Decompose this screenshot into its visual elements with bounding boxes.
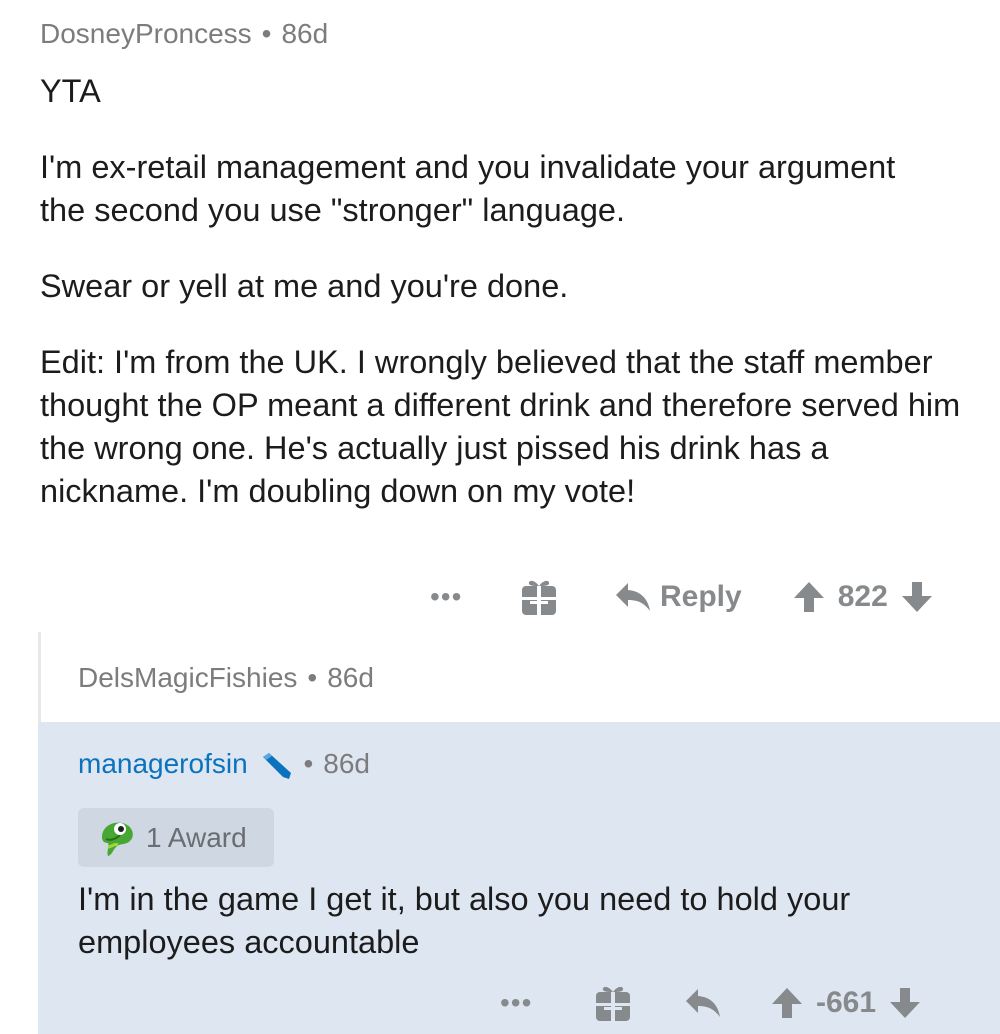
reply-arrow-icon	[684, 987, 722, 1019]
comment-meta: managerofsin • 86d	[78, 748, 370, 781]
reply-button[interactable]	[684, 987, 722, 1019]
reply-label: Reply	[660, 580, 742, 613]
downvote-arrow-icon	[888, 986, 922, 1020]
comment-paragraph: YTA	[40, 73, 101, 109]
upvote-arrow-icon	[792, 580, 826, 614]
gift-icon[interactable]	[520, 577, 558, 617]
comment-age: 86d	[281, 18, 329, 49]
comment-age: 86d	[323, 748, 370, 779]
gift-icon[interactable]	[594, 983, 632, 1023]
snoo-award-icon	[96, 817, 138, 859]
comment-body: I'm in the game I get it, but also you n…	[78, 878, 958, 964]
more-options-button[interactable]: •••	[500, 989, 560, 1017]
comment-username[interactable]: DelsMagicFishies	[78, 662, 297, 693]
comment-username[interactable]: DosneyProncess	[40, 18, 252, 49]
mod-pencil-icon	[259, 751, 293, 781]
more-options-button[interactable]: •••	[430, 583, 500, 611]
comment-actions: ••• -661	[500, 980, 922, 1026]
downvote-arrow-icon	[900, 580, 934, 614]
comment-username[interactable]: managerofsin	[78, 748, 248, 779]
comment-body: YTA I'm ex-retail management and you inv…	[40, 70, 980, 513]
thread-line[interactable]	[38, 632, 41, 722]
comment-meta: DelsMagicFishies • 86d	[78, 662, 374, 694]
reply-button[interactable]: Reply	[614, 580, 742, 614]
comment-meta: DosneyProncess • 86d	[40, 18, 328, 50]
upvote-arrow-icon	[770, 986, 804, 1020]
upvote-button[interactable]	[792, 580, 826, 614]
comment-paragraph: I'm in the game I get it, but also you n…	[78, 881, 851, 960]
upvote-button[interactable]	[770, 986, 804, 1020]
comment-paragraph: I'm ex-retail management and you invalid…	[40, 149, 896, 228]
reply-arrow-icon	[614, 581, 652, 613]
award-badge[interactable]: 1 Award	[78, 808, 274, 867]
comment-age: 86d	[327, 662, 374, 693]
downvote-button[interactable]	[900, 580, 934, 614]
meta-separator: •	[303, 748, 314, 779]
award-label: 1 Award	[146, 821, 247, 853]
vote-score: 822	[837, 580, 888, 613]
comment-actions: ••• Reply 822	[430, 574, 934, 620]
vote-score: -661	[816, 986, 877, 1019]
meta-separator: •	[307, 662, 318, 693]
downvote-button[interactable]	[888, 986, 922, 1020]
meta-separator: •	[261, 18, 272, 49]
comment-paragraph: Edit: I'm from the UK. I wrongly believe…	[40, 344, 961, 509]
comment-paragraph: Swear or yell at me and you're done.	[40, 268, 569, 304]
